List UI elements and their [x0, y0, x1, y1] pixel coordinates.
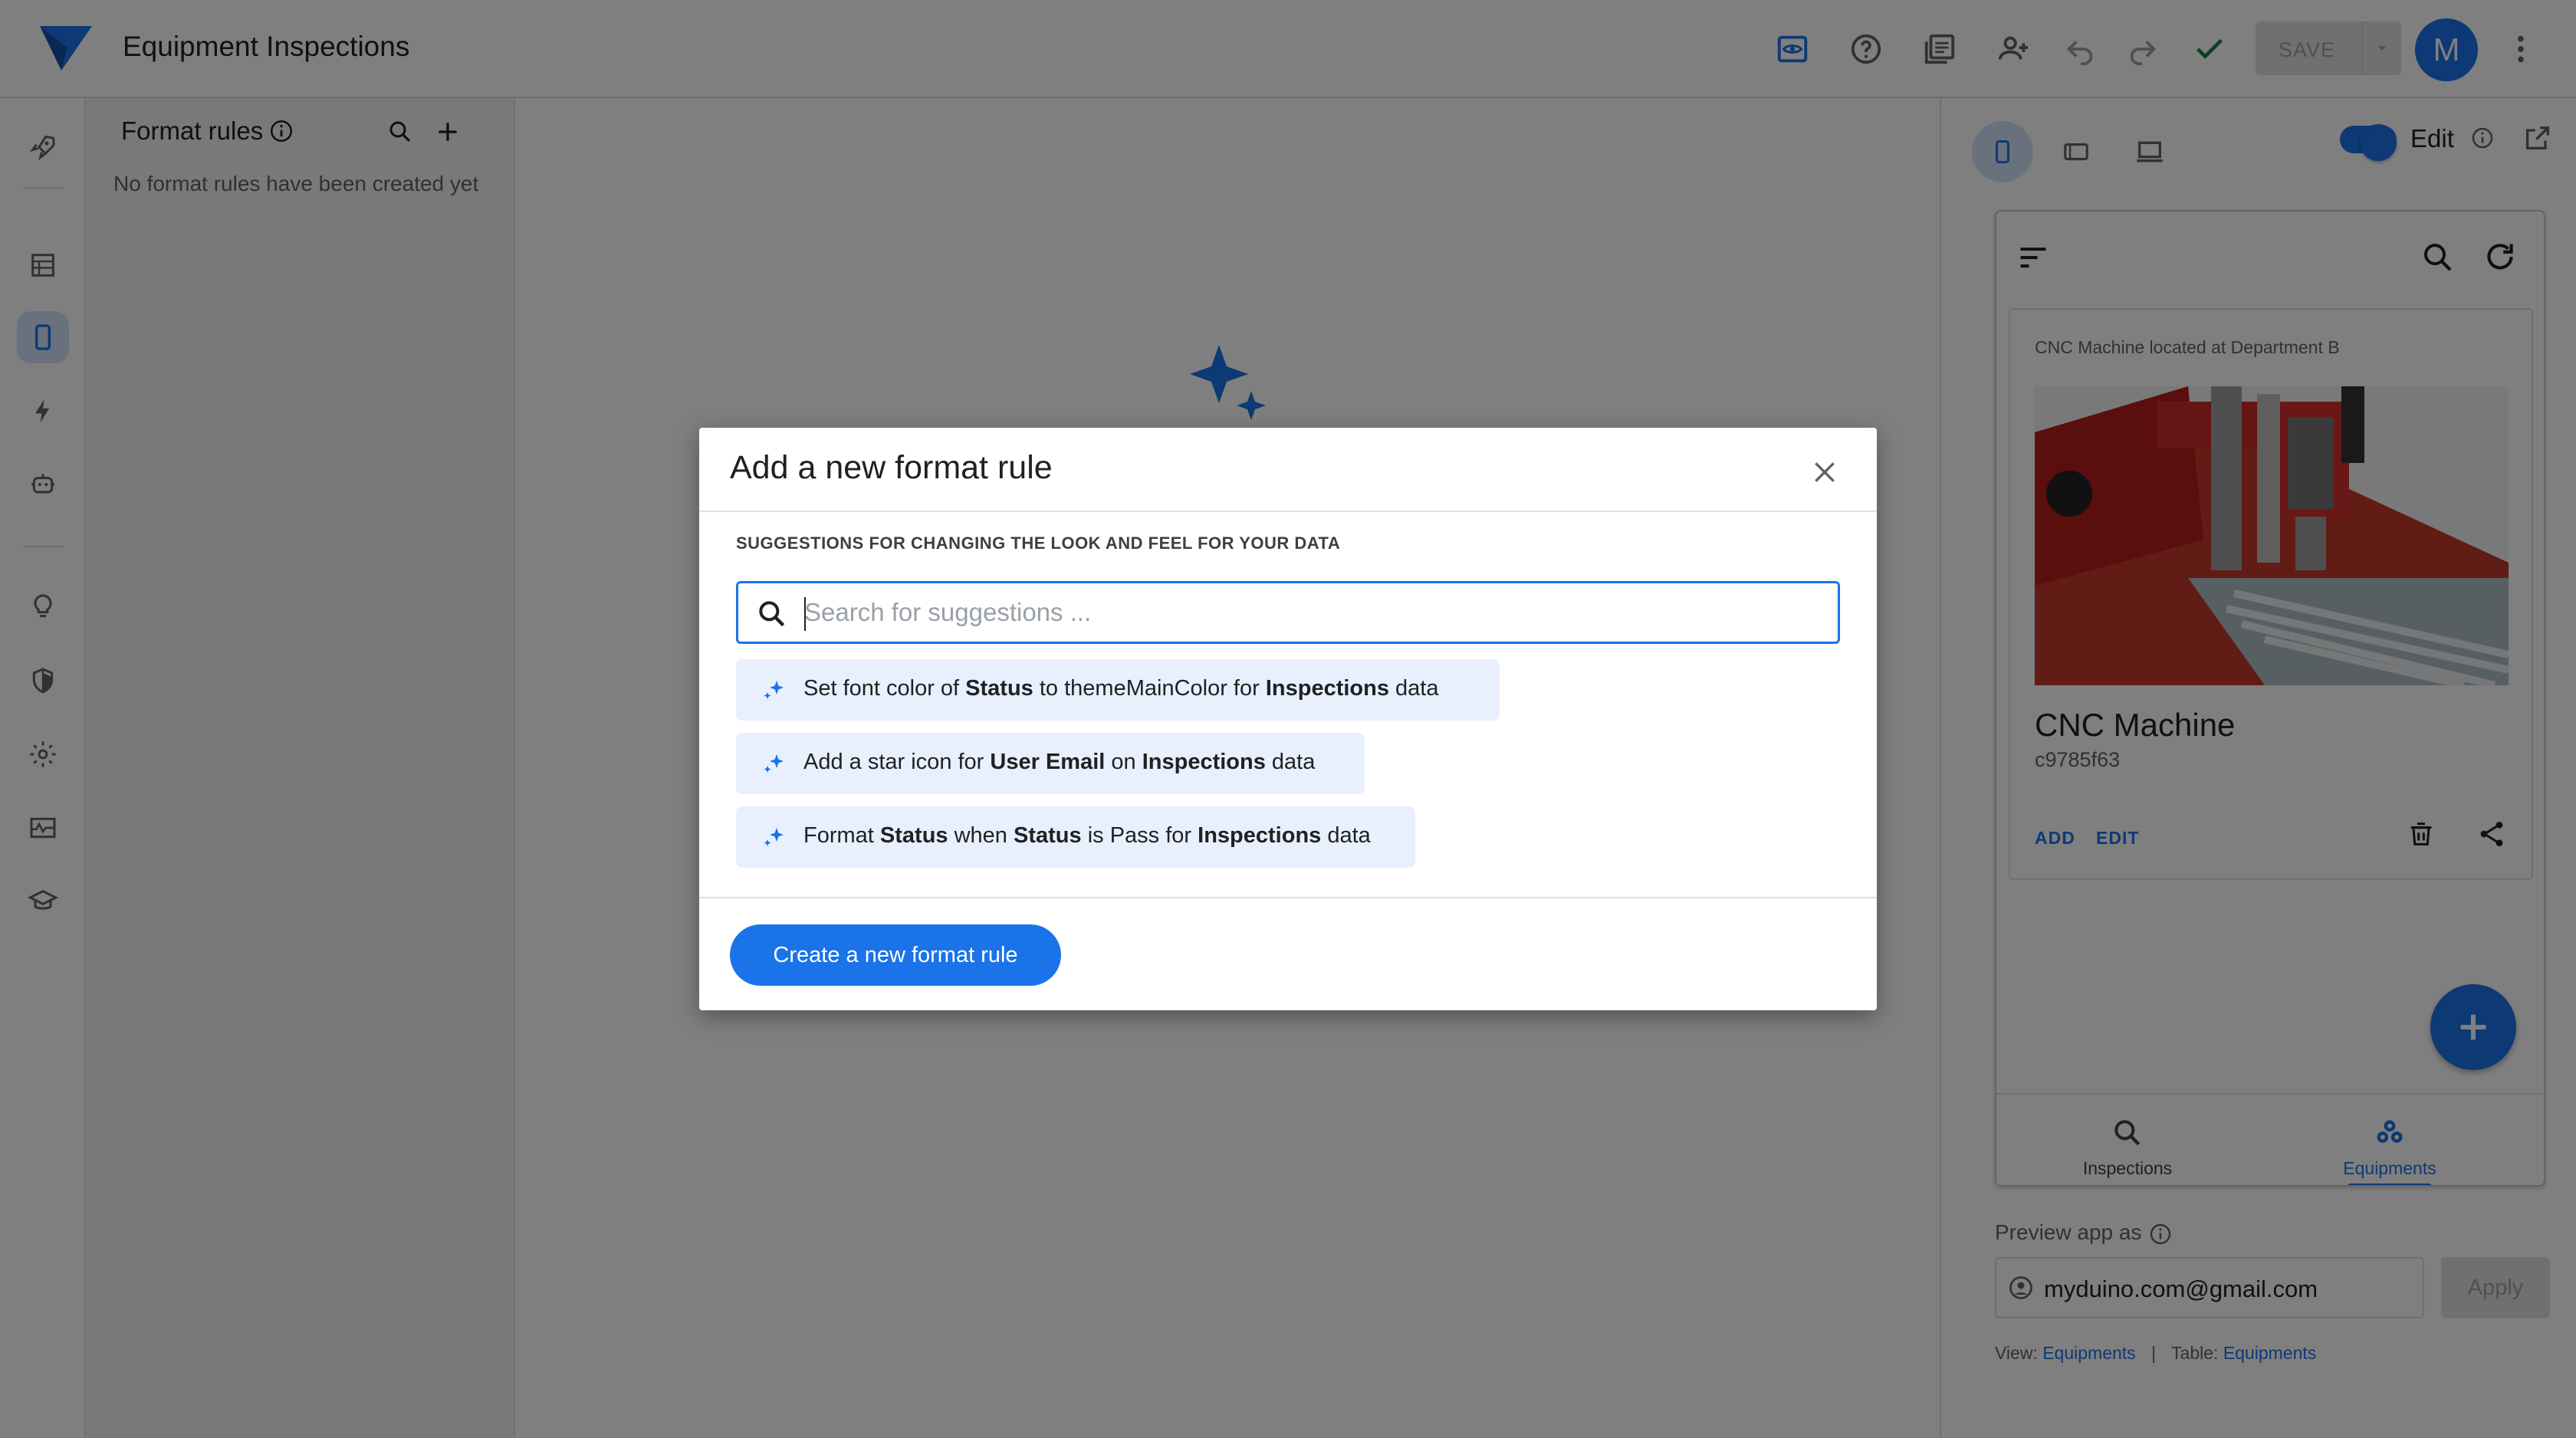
sparkle-icon — [764, 681, 784, 699]
create-format-rule-button[interactable]: Create a new format rule — [730, 924, 1061, 986]
suggestion-item[interactable]: Set font color of Status to themeMainCol… — [736, 659, 1500, 721]
suggestion-text: Set font color of Status to themeMainCol… — [803, 676, 1439, 701]
text-caret — [804, 597, 806, 631]
suggestion-search-box[interactable] — [736, 581, 1840, 644]
sparkle-icon — [764, 828, 784, 846]
add-format-rule-dialog: Add a new format rule SUGGESTIONS FOR CH… — [699, 428, 1877, 1010]
divider — [699, 897, 1877, 898]
suggestion-item[interactable]: Format Status when Status is Pass for In… — [736, 806, 1415, 868]
dialog-title: Add a new format rule — [730, 449, 1053, 486]
suggestion-text: Add a star icon for User Email on Inspec… — [803, 750, 1316, 774]
suggestion-search-input[interactable] — [804, 594, 1816, 631]
search-icon — [759, 601, 785, 627]
suggestion-text: Format Status when Status is Pass for In… — [803, 823, 1371, 848]
dialog-subtitle: SUGGESTIONS FOR CHANGING THE LOOK AND FE… — [736, 534, 1341, 553]
app-root: Equipment Inspections SAVE M — [0, 0, 2576, 1438]
close-icon[interactable] — [1803, 451, 1846, 494]
suggestion-item[interactable]: Add a star icon for User Email on Inspec… — [736, 733, 1365, 794]
sparkle-icon — [764, 754, 784, 773]
divider — [699, 511, 1877, 512]
